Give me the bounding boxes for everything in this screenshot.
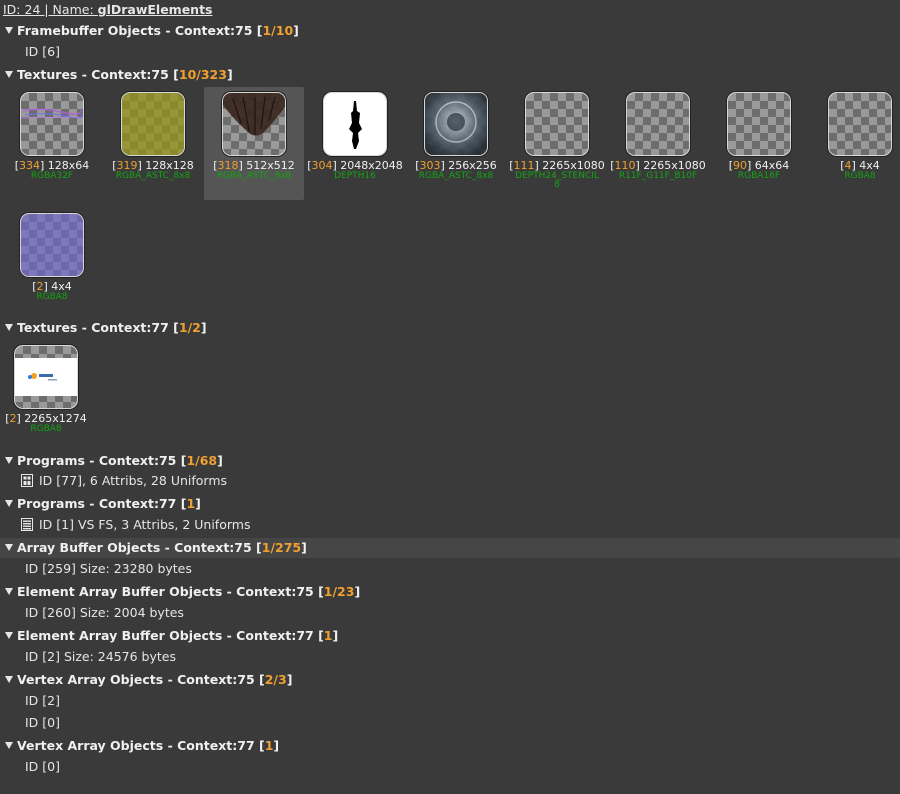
texture-format: RGBA8 [30, 424, 62, 434]
texture-thumbnail [525, 92, 589, 156]
section-textures-ctx77[interactable]: Textures - Context:77 [1/2] [0, 318, 900, 338]
texture-format: DEPTH24_STENCIL8 [515, 171, 599, 190]
expand-triangle-icon[interactable] [5, 27, 13, 34]
expand-triangle-icon[interactable] [5, 588, 13, 595]
expand-triangle-icon[interactable] [5, 324, 13, 331]
texture-tile[interactable]: [304] 2048x2048 DEPTH16 [305, 87, 405, 200]
list-item[interactable]: ID [259] Size: 23280 bytes [25, 559, 192, 579]
texture-tile[interactable]: [111] 2265x1080 DEPTH24_STENCIL8 [507, 87, 607, 200]
texture-tile[interactable]: [2] 2265x1274 RGBA8 [0, 340, 96, 453]
list-item[interactable]: ID [1] VS FS, 3 Attribs, 2 Uniforms [21, 515, 250, 535]
section-vertex-arrays-ctx75[interactable]: Vertex Array Objects - Context:75 [2/3] [0, 670, 900, 690]
call-name[interactable]: glDrawElements [98, 2, 213, 17]
texture-format: RGBA_ASTC_8x8 [418, 171, 494, 181]
expand-triangle-icon[interactable] [5, 742, 13, 749]
section-programs-ctx75[interactable]: Programs - Context:75 [1/68] [0, 451, 900, 471]
list-item[interactable]: ID [0] [25, 757, 60, 777]
texture-tile[interactable]: [90] 64x64 RGBA16F [709, 87, 809, 200]
expand-triangle-icon[interactable] [5, 457, 13, 464]
texture-thumbnail [121, 92, 185, 156]
list-item[interactable]: ID [77], 6 Attribs, 28 Uniforms [21, 471, 227, 491]
call-id-label: ID: 24 | Name: [3, 2, 98, 17]
texture-id: 304 [311, 159, 333, 172]
texture-thumbnail [323, 92, 387, 156]
texture-format: RGBA16F [737, 171, 781, 181]
texture-tile[interactable]: [110] 2265x1080 R11F_G11F_B10F [608, 87, 708, 200]
list-item[interactable]: ID [0] [25, 713, 60, 733]
program-item-label: ID [77], 6 Attribs, 28 Uniforms [39, 473, 228, 488]
section-textures-ctx75[interactable]: Textures - Context:75 [10/323] [0, 65, 900, 85]
texture-thumbnail [20, 92, 84, 156]
list-item[interactable]: ID [6] [25, 42, 60, 62]
section-array-buffers-ctx75[interactable]: Array Buffer Objects - Context:75 [1/275… [0, 538, 900, 558]
program-item-label: ID [1] VS FS, 3 Attribs, 2 Uniforms [39, 517, 251, 532]
call-header: ID: 24 | Name: glDrawElements [3, 2, 213, 18]
expand-triangle-icon[interactable] [5, 500, 13, 507]
texture-thumbnail [14, 345, 78, 409]
program-list-icon [21, 518, 33, 531]
texture-id: 2 [9, 412, 17, 425]
texture-thumbnail [424, 92, 488, 156]
texture-thumbnail [222, 92, 286, 156]
expand-triangle-icon[interactable] [5, 71, 13, 78]
texture-tile[interactable]: [319] 128x128 RGBA_ASTC_8x8 [103, 87, 203, 200]
texture-format: RGBA8 [844, 171, 876, 181]
program-icon [21, 474, 33, 487]
list-item[interactable]: ID [2] [25, 691, 60, 711]
texture-format: RGBA_ASTC_8x8 [115, 171, 191, 181]
texture-tile[interactable]: [318] 512x512 RGBA_ASTC_8x8 [204, 87, 304, 200]
texture-format: RGBA32F [30, 171, 74, 181]
section-programs-ctx77[interactable]: Programs - Context:77 [1] [0, 494, 900, 514]
expand-triangle-icon[interactable] [5, 544, 13, 551]
texture-format: RGBA8 [36, 292, 68, 302]
texture-thumbnail [626, 92, 690, 156]
list-item[interactable]: ID [2] Size: 24576 bytes [25, 647, 176, 667]
section-framebuffer-ctx75[interactable]: Framebuffer Objects - Context:75 [1/10] [0, 21, 900, 41]
texture-thumbnail [828, 92, 892, 156]
texture-format: DEPTH16 [334, 171, 376, 181]
texture-thumbnail [727, 92, 791, 156]
section-vertex-arrays-ctx77[interactable]: Vertex Array Objects - Context:77 [1] [0, 736, 900, 756]
section-element-array-buffers-ctx75[interactable]: Element Array Buffer Objects - Context:7… [0, 582, 900, 602]
texture-tile[interactable]: [2] 4x4 RGBA8 [2, 208, 102, 321]
list-item[interactable]: ID [260] Size: 2004 bytes [25, 603, 184, 623]
texture-format: R11F_G11F_B10F [618, 171, 698, 181]
texture-tile[interactable]: [303] 256x256 RGBA_ASTC_8x8 [406, 87, 506, 200]
section-element-array-buffers-ctx77[interactable]: Element Array Buffer Objects - Context:7… [0, 626, 900, 646]
texture-format: RGBA_ASTC_8x8 [216, 171, 292, 181]
texture-thumbnail [20, 213, 84, 277]
expand-triangle-icon[interactable] [5, 632, 13, 639]
expand-triangle-icon[interactable] [5, 676, 13, 683]
texture-tile[interactable]: [334] 128x64 RGBA32F [2, 87, 102, 200]
texture-tile[interactable]: [4] 4x4 RGBA8 [810, 87, 900, 200]
